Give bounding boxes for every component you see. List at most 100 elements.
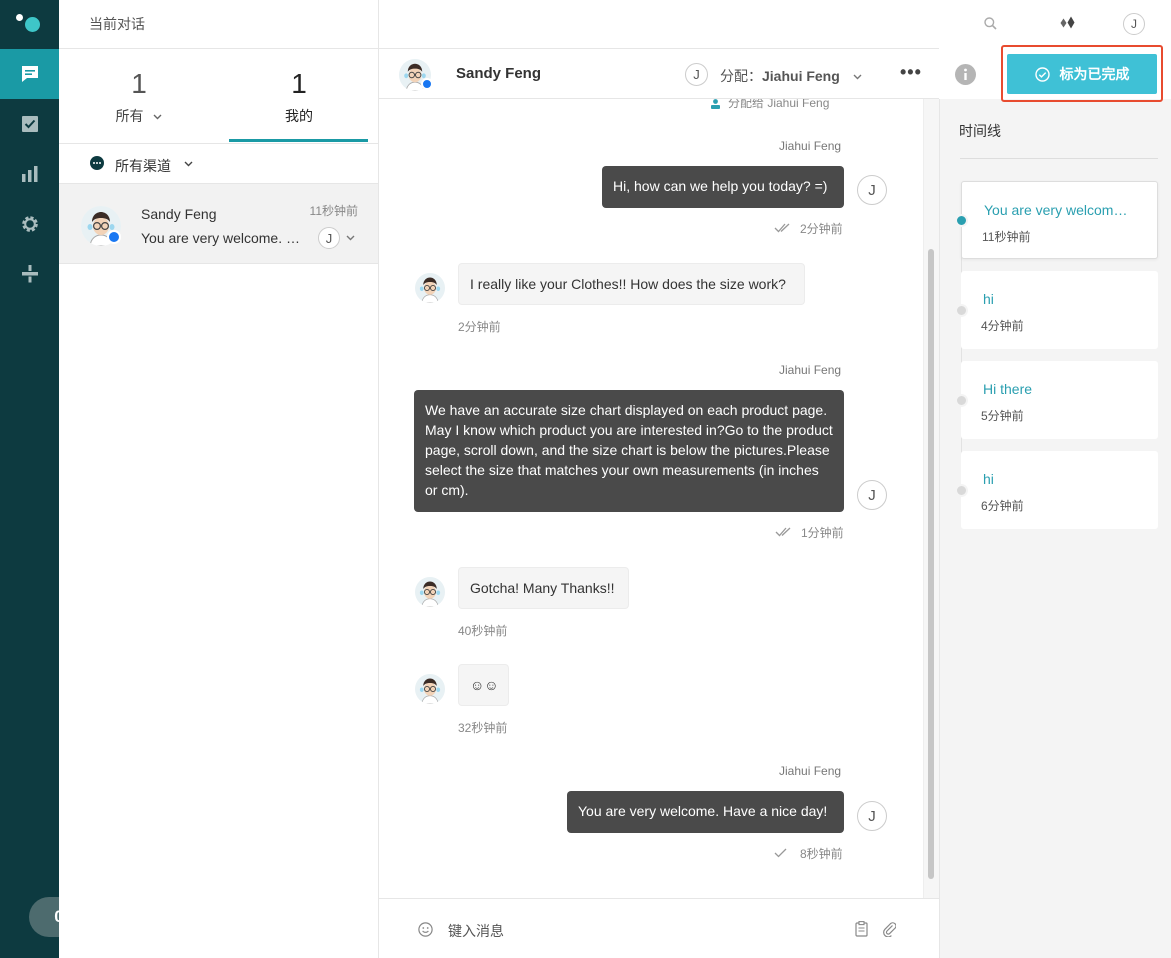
chat-icon bbox=[21, 66, 38, 82]
timeline-item[interactable]: Hi there 5分钟前 bbox=[961, 361, 1158, 439]
agent-avatar: J bbox=[857, 801, 887, 831]
assign-dropdown[interactable]: 分配：Jiahui Feng bbox=[720, 66, 862, 86]
timeline-item[interactable]: You are very welcome. Have a nice day! 1… bbox=[961, 181, 1158, 259]
chevron-down-icon[interactable] bbox=[346, 235, 355, 241]
mark-done-button[interactable]: 标为已完成 bbox=[1007, 54, 1157, 94]
nav-conversations[interactable] bbox=[0, 49, 59, 99]
message-time: 2分钟前 bbox=[458, 320, 501, 334]
message-sender: Jiahui Feng bbox=[779, 139, 842, 153]
timeline-item-text: hi bbox=[983, 471, 994, 487]
timeline-dot bbox=[955, 214, 968, 227]
assignee-name: Jiahui Feng bbox=[762, 68, 840, 84]
channel-filter-label: 所有渠道 bbox=[115, 158, 171, 174]
app-nav-rail: 0 bbox=[0, 0, 89, 958]
timeline-item[interactable]: hi 4分钟前 bbox=[961, 271, 1158, 349]
channel-filter[interactable]: 所有渠道 bbox=[59, 143, 379, 184]
page-title: 当前对话 bbox=[89, 16, 145, 32]
tab-all-count: 1 bbox=[131, 68, 147, 99]
timeline-dot bbox=[955, 304, 968, 317]
emoji-icon[interactable] bbox=[418, 922, 433, 937]
conversation-contact-name: Sandy Feng bbox=[141, 206, 217, 222]
chat-header: Sandy Feng J 分配：Jiahui Feng ••• bbox=[379, 48, 976, 99]
timeline-item-time: 4分钟前 bbox=[981, 319, 1024, 333]
nav-reports[interactable] bbox=[0, 149, 59, 199]
tab-mine-count: 1 bbox=[291, 68, 307, 99]
clipboard-icon[interactable] bbox=[855, 921, 868, 937]
message-time: 40秒钟前 bbox=[458, 624, 508, 638]
assign-label: 分配： bbox=[720, 68, 762, 84]
timeline-item[interactable]: hi 6分钟前 bbox=[961, 451, 1158, 529]
contact-avatar bbox=[415, 674, 445, 704]
person-icon bbox=[711, 99, 720, 109]
bar-chart-icon bbox=[21, 166, 37, 182]
message-sender: Jiahui Feng bbox=[779, 764, 842, 778]
tab-all-label: 所有 bbox=[115, 108, 144, 124]
tab-all[interactable]: 1 所有 bbox=[59, 48, 219, 143]
timeline-panel: 时间线 You are very welcome. Have a nice da… bbox=[939, 99, 1171, 958]
active-tab-indicator bbox=[229, 139, 368, 142]
outgoing-message: We have an accurate size chart displayed… bbox=[414, 390, 844, 512]
paperclip-icon[interactable] bbox=[883, 921, 896, 937]
message-time: 32秒钟前 bbox=[458, 721, 508, 735]
plug-icon bbox=[21, 265, 38, 283]
double-check-icon bbox=[774, 223, 790, 233]
conversation-time: 11秒钟前 bbox=[309, 204, 358, 218]
message-thread[interactable]: 分配给 Jiahui Feng Jiahui Feng Hi, how can … bbox=[379, 99, 939, 898]
agent-avatar: J bbox=[857, 480, 887, 510]
messenger-icon bbox=[107, 230, 121, 244]
app-logo[interactable] bbox=[15, 12, 45, 36]
timeline-item-time: 11秒钟前 bbox=[982, 230, 1031, 244]
timeline-item-text: hi bbox=[983, 291, 994, 307]
conversation-preview: You are very welcome. Have a nice day! bbox=[141, 230, 306, 246]
more-options-button[interactable]: ••• bbox=[900, 62, 922, 83]
gear-icon bbox=[21, 216, 38, 232]
mark-done-label: 标为已完成 bbox=[1059, 66, 1130, 82]
tab-mine-label: 我的 bbox=[285, 108, 313, 124]
message-sender: Jiahui Feng bbox=[779, 363, 842, 377]
chat-contact-name: Sandy Feng bbox=[456, 65, 542, 82]
chevron-down-icon bbox=[184, 161, 193, 167]
timeline-title: 时间线 bbox=[959, 123, 1001, 139]
timeline-item-text: You are very welcome. Have a nice day! bbox=[984, 202, 1134, 218]
message-time: 8秒钟前 bbox=[800, 847, 843, 861]
contact-avatar bbox=[415, 577, 445, 607]
chat-panel: Sandy Feng J 分配：Jiahui Feng ••• 分配给 Jiah… bbox=[379, 0, 976, 958]
double-check-icon bbox=[775, 527, 791, 537]
timeline-item-time: 6分钟前 bbox=[981, 499, 1024, 513]
message-input[interactable]: 键入消息 bbox=[448, 921, 504, 941]
user-avatar[interactable]: J bbox=[1123, 13, 1145, 35]
chevron-down-icon bbox=[153, 114, 162, 120]
sparkle-icon[interactable] bbox=[1058, 16, 1076, 31]
agent-avatar: J bbox=[857, 175, 887, 205]
timeline-dot bbox=[955, 484, 968, 497]
nav-integrations[interactable] bbox=[0, 249, 59, 299]
info-icon[interactable] bbox=[955, 64, 976, 85]
message-composer[interactable]: 键入消息 bbox=[379, 898, 939, 958]
scrollbar-thumb[interactable] bbox=[928, 249, 934, 879]
nav-tasks[interactable] bbox=[0, 99, 59, 149]
nav-settings[interactable] bbox=[0, 199, 59, 249]
message-time: 2分钟前 bbox=[800, 222, 843, 236]
incoming-message: ☺☺ bbox=[458, 664, 509, 706]
assignment-note: 分配给 Jiahui Feng bbox=[711, 99, 829, 111]
channels-icon bbox=[90, 156, 104, 170]
timeline-item-time: 5分钟前 bbox=[981, 409, 1024, 423]
check-icon bbox=[774, 848, 787, 858]
conversation-tabs: 1 所有 1 我的 bbox=[59, 48, 379, 143]
tab-mine[interactable]: 1 我的 bbox=[219, 48, 379, 143]
conversation-list-item[interactable]: Sandy Feng 11秒钟前 You are very welcome. H… bbox=[59, 184, 378, 264]
contact-avatar bbox=[415, 273, 445, 303]
conversation-list-panel: 当前对话 1 所有 1 我的 所有渠道 Sandy Feng 11秒钟前 You… bbox=[59, 0, 379, 958]
search-icon[interactable] bbox=[984, 17, 997, 30]
checkbox-icon bbox=[21, 116, 38, 132]
assignee-avatar: J bbox=[685, 63, 708, 86]
outgoing-message: Hi, how can we help you today? =) bbox=[602, 166, 844, 208]
incoming-message: Gotcha! Many Thanks!! bbox=[458, 567, 629, 609]
outgoing-message: You are very welcome. Have a nice day! bbox=[567, 791, 844, 833]
messenger-icon bbox=[421, 78, 433, 90]
assignee-avatar[interactable]: J bbox=[318, 227, 340, 249]
chevron-down-icon bbox=[853, 74, 862, 80]
timeline-dot bbox=[955, 394, 968, 407]
incoming-message: I really like your Clothes!! How does th… bbox=[458, 263, 805, 305]
top-bar-actions: J bbox=[939, 0, 1171, 48]
